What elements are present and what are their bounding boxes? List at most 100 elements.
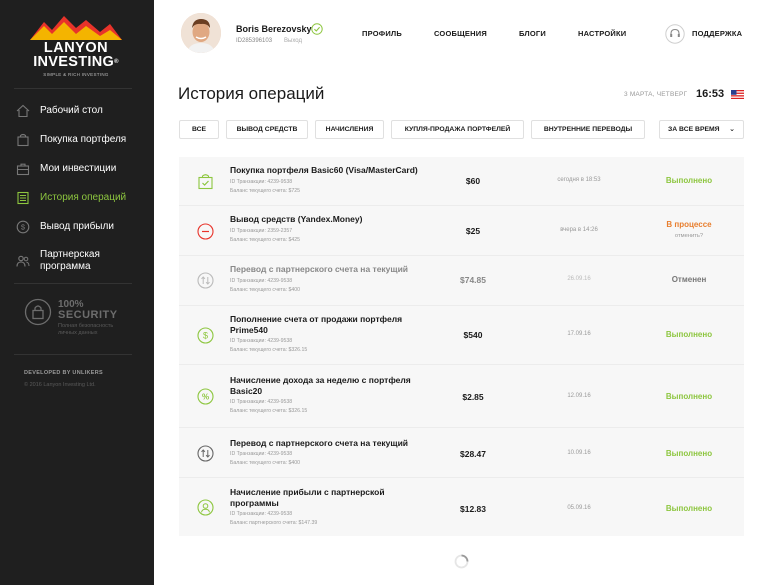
nav-messages[interactable]: СООБЩЕНИЯ (434, 29, 487, 38)
svg-text:$: $ (203, 331, 208, 341)
operation-date: сегодня в 18:53 (557, 177, 601, 183)
us-flag-icon[interactable] (731, 90, 744, 99)
page-title: История операций (178, 84, 325, 103)
period-select-value: ЗА ВСЕ ВРЕМЯ (668, 126, 720, 133)
transaction-id: ID Транзакции: 4239-9538 (230, 399, 293, 405)
operation-date: вчера в 14:26 (560, 227, 598, 233)
operation-title: Пополнение счета от продажи портфеля Pri… (230, 314, 403, 335)
home-icon (16, 104, 30, 117)
operation-amount: $540 (463, 330, 483, 340)
verified-check-icon (311, 23, 323, 35)
operation-title: Начисление прибыли с партнерской програм… (230, 487, 385, 508)
developer-credit[interactable]: DEVELOPED BY UNLIKERS (24, 370, 103, 376)
sidebar-nav: Рабочий стол Покупка портфеля Мои инвест… (0, 96, 154, 281)
operation-title: Вывод средств (Yandex.Money) (230, 214, 363, 224)
status-badge: Выполнено (665, 392, 713, 401)
period-select[interactable]: ЗА ВСЕ ВРЕМЯ ⌄ (659, 120, 744, 139)
sidebar-item-label: Мои инвестиции (40, 163, 117, 174)
brand-tagline: SIMPLE & RICH INVESTING (43, 72, 109, 77)
sidebar-item-label: Партнерская программа (40, 249, 100, 272)
transfer-icon (197, 445, 214, 462)
operation-amount: $12.83 (460, 504, 486, 514)
support-headset-icon[interactable] (665, 24, 685, 44)
divider (14, 88, 132, 89)
filter-portfolio-trades[interactable]: КУПЛЯ-ПРОДАЖА ПОРТФЕЛЕЙ (391, 120, 524, 139)
sidebar-item-investments[interactable]: Мои инвестиции (0, 154, 154, 183)
table-row[interactable]: Перевод с партнерского счета на текущий … (179, 427, 744, 477)
filter-accruals[interactable]: НАЧИСЛЕНИЯ (315, 120, 384, 139)
table-row[interactable]: Перевод с партнерского счета на текущий … (179, 255, 744, 305)
logout-link[interactable]: Выход (284, 38, 302, 44)
account-balance: Баланс текущего счета: $326.15 (230, 407, 308, 414)
operation-amount: $25 (465, 226, 481, 236)
account-balance: Баланс текущего счета: $725 (230, 187, 300, 194)
sidebar-item-label: Вывод прибыли (40, 221, 114, 232)
transaction-id: ID Транзакции: 4239-9538 (230, 278, 293, 284)
brand-line2: INVESTING® (33, 54, 119, 70)
sidebar-item-label: Покупка портфеля (40, 134, 127, 145)
list-icon (17, 191, 29, 204)
operation-title: Перевод с партнерского счета на текущий (230, 438, 409, 448)
status-badge: Выполнено (665, 449, 713, 458)
briefcase-icon (16, 163, 30, 175)
status-badge: В процессе (666, 220, 712, 229)
lock-icon (24, 298, 52, 326)
divider (14, 354, 132, 355)
sidebar-item-withdraw[interactable]: $ Вывод прибыли (0, 212, 154, 241)
filter-all[interactable]: ВСЕ (179, 120, 219, 139)
sidebar-item-buy-portfolio[interactable]: Покупка портфеля (0, 125, 154, 154)
partner-circle-icon (197, 499, 214, 516)
chevron-down-icon: ⌄ (729, 126, 735, 133)
operation-title: Начисление дохода за неделю с портфеля B… (230, 375, 411, 396)
operation-amount: $74.85 (460, 275, 486, 285)
nav-blogs[interactable]: БЛОГИ (519, 29, 546, 38)
filter-withdrawals[interactable]: ВЫВОД СРЕДСТВ (226, 120, 308, 139)
nav-profile[interactable]: ПРОФИЛЬ (362, 29, 402, 38)
account-balance: Баланс текущего счета: $326.15 (230, 346, 308, 353)
nav-settings[interactable]: НАСТРОЙКИ (578, 29, 626, 38)
svg-text:$: $ (21, 222, 26, 231)
partners-icon (16, 255, 30, 267)
operation-date: 10.09.16 (567, 450, 591, 456)
transaction-id: ID Транзакции: 4239-9538 (230, 451, 293, 457)
operation-amount: $60 (465, 176, 481, 186)
minus-circle-icon (197, 223, 214, 240)
account-balance: Баланс текущего счета: $400 (230, 286, 300, 293)
nav-support[interactable]: ПОДДЕРЖКА (692, 29, 742, 38)
table-row[interactable]: Вывод средств (Yandex.Money) ID Транзакц… (179, 205, 744, 255)
avatar[interactable] (181, 13, 221, 53)
avatar-image (181, 13, 221, 53)
loading-spinner-icon (454, 554, 469, 569)
security-word: SECURITY (58, 309, 118, 321)
operation-date: 17.09.16 (567, 331, 591, 337)
operation-title: Перевод с партнерского счета на текущий (230, 264, 409, 274)
dollar-circle-icon: $ (197, 327, 214, 344)
brand-logo[interactable]: LANYON INVESTING® SIMPLE & RICH INVESTIN… (30, 14, 122, 80)
operation-date: 12.09.16 (567, 393, 591, 399)
account-balance: Баланс текущего счета: $425 (230, 236, 300, 243)
cart-check-icon (198, 174, 213, 190)
current-date: 3 МАРТА, ЧЕТВЕРГ (624, 91, 688, 98)
status-badge: Выполнено (665, 504, 713, 513)
sidebar-item-partners[interactable]: Партнерская программа (0, 241, 154, 281)
security-badge: 100% SECURITY Полная безопасность личных… (24, 298, 134, 348)
operation-date: 26.09.16 (567, 276, 591, 282)
table-row[interactable]: $ Пополнение счета от продажи портфеля P… (179, 305, 744, 364)
table-row[interactable]: Покупка портфеля Basic60 (Visa/MasterCar… (179, 157, 744, 205)
user-name[interactable]: Boris Berezovsky (236, 24, 312, 34)
sidebar-item-history[interactable]: История операций (0, 183, 154, 212)
operations-table: Покупка портфеля Basic60 (Visa/MasterCar… (179, 157, 744, 536)
account-balance: Баланс текущего счета: $400 (230, 459, 300, 466)
operation-amount: $28.47 (460, 449, 486, 459)
sidebar-item-label: История операций (40, 192, 127, 203)
status-badge: Выполнено (665, 176, 713, 185)
filter-internal-transfers[interactable]: ВНУТРЕННИЕ ПЕРЕВОДЫ (531, 120, 645, 139)
sidebar-item-dashboard[interactable]: Рабочий стол (0, 96, 154, 125)
divider (14, 283, 132, 284)
cancel-operation-link[interactable]: отменить? (639, 233, 739, 239)
operation-amount: $2.85 (462, 392, 484, 402)
table-row[interactable]: % Начисление дохода за неделю с портфеля… (179, 364, 744, 427)
table-row[interactable]: Начисление прибыли с партнерской програм… (179, 477, 744, 536)
transaction-id: ID Транзакции: 4239-9538 (230, 179, 293, 185)
sidebar-item-label: Рабочий стол (40, 105, 103, 116)
